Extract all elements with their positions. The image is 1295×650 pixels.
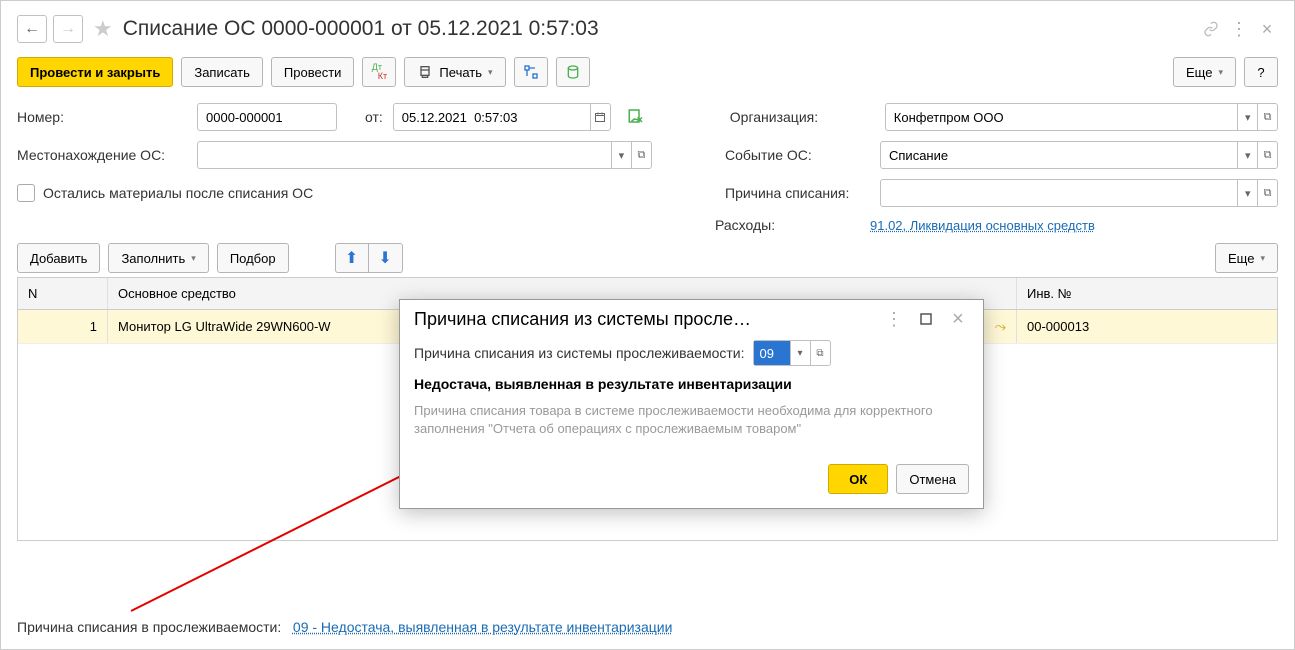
dialog-field-label: Причина списания из системы прослеживаем… (414, 345, 745, 361)
calendar-icon[interactable] (590, 104, 610, 130)
move-up-button[interactable]: ⬆ (335, 243, 369, 273)
add-row-button[interactable]: Добавить (17, 243, 100, 273)
link-icon[interactable] (1200, 18, 1222, 40)
materials-left-checkbox[interactable] (17, 184, 35, 202)
storage-button[interactable] (556, 57, 590, 87)
date-label: от: (365, 109, 383, 125)
number-input[interactable] (198, 104, 336, 130)
structure-button[interactable] (514, 57, 548, 87)
org-input[interactable] (886, 104, 1238, 130)
org-dropdown-icon[interactable]: ▾ (1237, 104, 1257, 130)
dialog-hint: Причина списания товара в системе просле… (414, 402, 969, 438)
location-dropdown-icon[interactable]: ▾ (611, 142, 631, 168)
location-input[interactable] (198, 142, 611, 168)
footer-label: Причина списания в прослеживаемости: (17, 619, 281, 635)
dialog-maximize-icon[interactable] (915, 308, 937, 330)
move-down-button[interactable]: ⬇ (369, 243, 403, 273)
reason-dialog: Причина списания из системы просле… ⋮ × … (399, 299, 984, 509)
org-label: Организация: (730, 109, 875, 125)
location-open-icon[interactable]: ⧉ (631, 142, 651, 168)
expenses-label: Расходы: (715, 217, 860, 233)
page-title: Списание ОС 0000-000001 от 05.12.2021 0:… (123, 17, 599, 41)
dt-kt-button[interactable]: ДтКт (362, 57, 396, 87)
col-header-inv[interactable]: Инв. № (1017, 278, 1277, 309)
expenses-link[interactable]: 91.02, Ликвидация основных средств (870, 218, 1095, 233)
dialog-title: Причина списания из системы просле… (414, 309, 873, 330)
event-input[interactable] (881, 142, 1237, 168)
more-vertical-icon[interactable]: ⋮ (1228, 18, 1250, 40)
reason-input[interactable] (881, 180, 1237, 206)
save-button[interactable]: Записать (181, 57, 263, 87)
dialog-more-icon[interactable]: ⋮ (883, 308, 905, 330)
print-button[interactable]: Печать ▾ (404, 57, 505, 87)
dialog-dropdown-icon[interactable]: ▾ (790, 341, 810, 365)
footer-link[interactable]: 09 - Недостача, выявленная в результате … (293, 619, 672, 635)
event-dropdown-icon[interactable]: ▾ (1237, 142, 1257, 168)
dialog-ok-button[interactable]: ОК (828, 464, 888, 494)
ok-mark-icon[interactable] (627, 107, 645, 128)
dialog-selected-text: Недостача, выявленная в результате инвен… (414, 376, 969, 392)
number-label: Номер: (17, 109, 187, 125)
dialog-open-icon[interactable]: ⧉ (810, 341, 830, 365)
dialog-close-icon[interactable]: × (947, 308, 969, 330)
date-input[interactable] (394, 104, 590, 130)
table-more-button[interactable]: Еще ▾ (1215, 243, 1278, 273)
row-open-icon[interactable]: ⤳ (995, 318, 1006, 335)
dialog-cancel-button[interactable]: Отмена (896, 464, 969, 494)
pick-button[interactable]: Подбор (217, 243, 289, 273)
dialog-reason-input[interactable] (754, 341, 790, 365)
reason-label: Причина списания: (725, 185, 870, 201)
post-button[interactable]: Провести (271, 57, 355, 87)
org-open-icon[interactable]: ⧉ (1257, 104, 1277, 130)
reason-dropdown-icon[interactable]: ▾ (1237, 180, 1257, 206)
help-button[interactable]: ? (1244, 57, 1278, 87)
favorite-star-icon[interactable]: ★ (93, 16, 113, 42)
col-header-n[interactable]: N (18, 278, 108, 309)
cell-n: 1 (18, 310, 108, 343)
nav-back-button[interactable]: ← (17, 15, 47, 43)
event-label: Событие ОС: (725, 147, 870, 163)
materials-left-label: Остались материалы после списания ОС (43, 185, 313, 201)
fill-button[interactable]: Заполнить ▾ (108, 243, 208, 273)
more-button[interactable]: Еще ▾ (1173, 57, 1236, 87)
close-icon[interactable]: × (1256, 18, 1278, 40)
cell-inv: 00-000013 (1017, 310, 1277, 343)
reason-open-icon[interactable]: ⧉ (1257, 180, 1277, 206)
nav-forward-button[interactable]: → (53, 15, 83, 43)
event-open-icon[interactable]: ⧉ (1257, 142, 1277, 168)
location-label: Местонахождение ОС: (17, 147, 187, 163)
submit-close-button[interactable]: Провести и закрыть (17, 57, 173, 87)
